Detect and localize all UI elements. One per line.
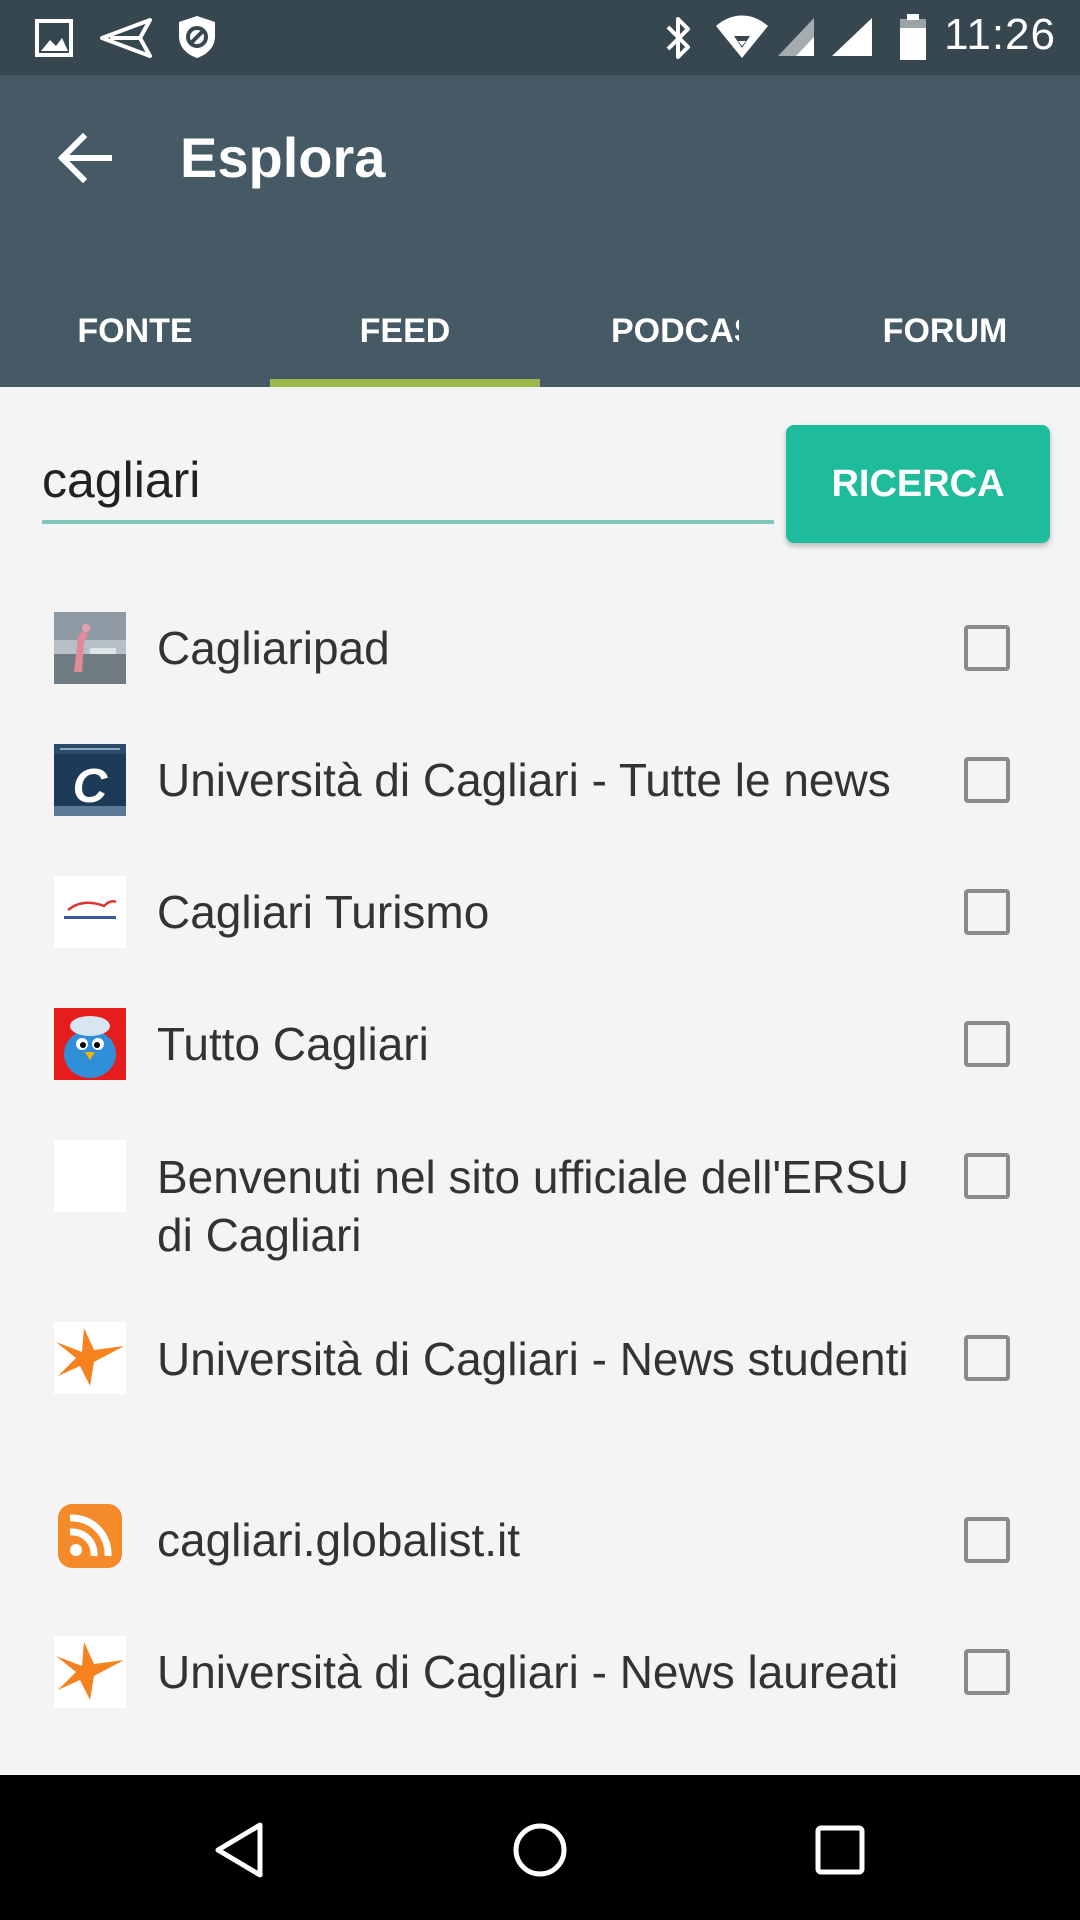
page-title: Esplora [180,126,386,189]
arrow-left-icon [57,133,112,183]
send-icon [100,18,152,58]
back-button[interactable] [50,123,120,193]
results-list: Cagliaripad C Università di Cagliari - T… [0,582,1080,1738]
list-item[interactable]: Tutto Cagliari [0,978,1080,1110]
orange-bird-icon [54,1636,126,1708]
bluetooth-icon [666,17,690,59]
tab-bar: FONTE FEED PODCAST FORUM [0,275,1080,387]
checkbox[interactable] [964,1021,1010,1067]
tab-label: FONTE [77,311,193,350]
back-icon[interactable] [206,1815,276,1885]
status-bar: 11:26 [0,0,1080,75]
item-title: Cagliari Turismo [157,886,490,938]
tab-feed[interactable]: FEED [270,275,540,387]
rss-icon [58,1504,122,1568]
signal-icon [832,18,872,56]
orange-bird-icon [54,1322,126,1394]
item-title: Cagliaripad [157,622,390,674]
search-field-wrapper [42,440,774,532]
image-icon [35,19,73,57]
app-bar: Esplora FONTE FEED PODCAST FORUM [0,75,1080,387]
list-item[interactable]: C Università di Cagliari - Tutte le news [0,714,1080,846]
tab-forum[interactable]: FORUM [810,275,1080,387]
home-icon[interactable] [505,1815,575,1885]
list-item[interactable]: Cagliaripad [0,582,1080,714]
navigation-bar [0,1775,1080,1920]
item-title: Tutto Cagliari [157,1018,429,1070]
list-item[interactable]: Università di Cagliari - News laureati [0,1606,1080,1738]
cagliaripad-thumbnail [54,612,126,684]
cagliari-turismo-logo-icon [54,876,126,948]
recents-icon[interactable] [805,1815,875,1885]
checkbox[interactable] [964,889,1010,935]
tab-label: FORUM [882,311,1008,350]
signal-icon [778,18,814,56]
battery-icon [900,14,926,60]
item-title: cagliari.globalist.it [157,1514,521,1566]
checkbox[interactable] [964,1335,1010,1381]
tab-fonte[interactable]: FONTE [0,275,270,387]
search-button[interactable]: RICERCA [786,425,1050,543]
checkbox[interactable] [964,1153,1010,1199]
item-title: Università di Cagliari - Tutte le news [157,754,891,806]
list-item[interactable]: cagliari.globalist.it [0,1474,1080,1606]
unica-logo-icon: C [54,744,126,816]
checkbox[interactable] [964,1649,1010,1695]
svg-text:C: C [73,760,109,813]
checkbox[interactable] [964,757,1010,803]
tab-label: FEED [359,311,451,350]
bird-mascot-icon [54,1008,126,1080]
item-title: Università di Cagliari - News laureati [157,1646,899,1698]
tab-label: PODCAST [611,311,739,350]
shield-icon [179,16,215,58]
checkbox[interactable] [964,1517,1010,1563]
list-item[interactable]: Benvenuti nel sito ufficiale dell'ERSU d… [0,1110,1080,1292]
list-item[interactable]: Cagliari Turismo [0,846,1080,978]
blank-thumbnail [54,1140,126,1212]
search-input[interactable] [42,440,774,524]
checkbox[interactable] [964,625,1010,671]
wifi-icon [716,15,768,58]
tab-podcast[interactable]: PODCAST [540,275,810,387]
list-item[interactable]: Università di Cagliari - News studenti [0,1292,1080,1474]
item-title: Università di Cagliari - News studenti [157,1333,909,1385]
status-time: 11:26 [944,10,1056,59]
item-title: Benvenuti nel sito ufficiale dell'ERSU d… [157,1151,910,1261]
